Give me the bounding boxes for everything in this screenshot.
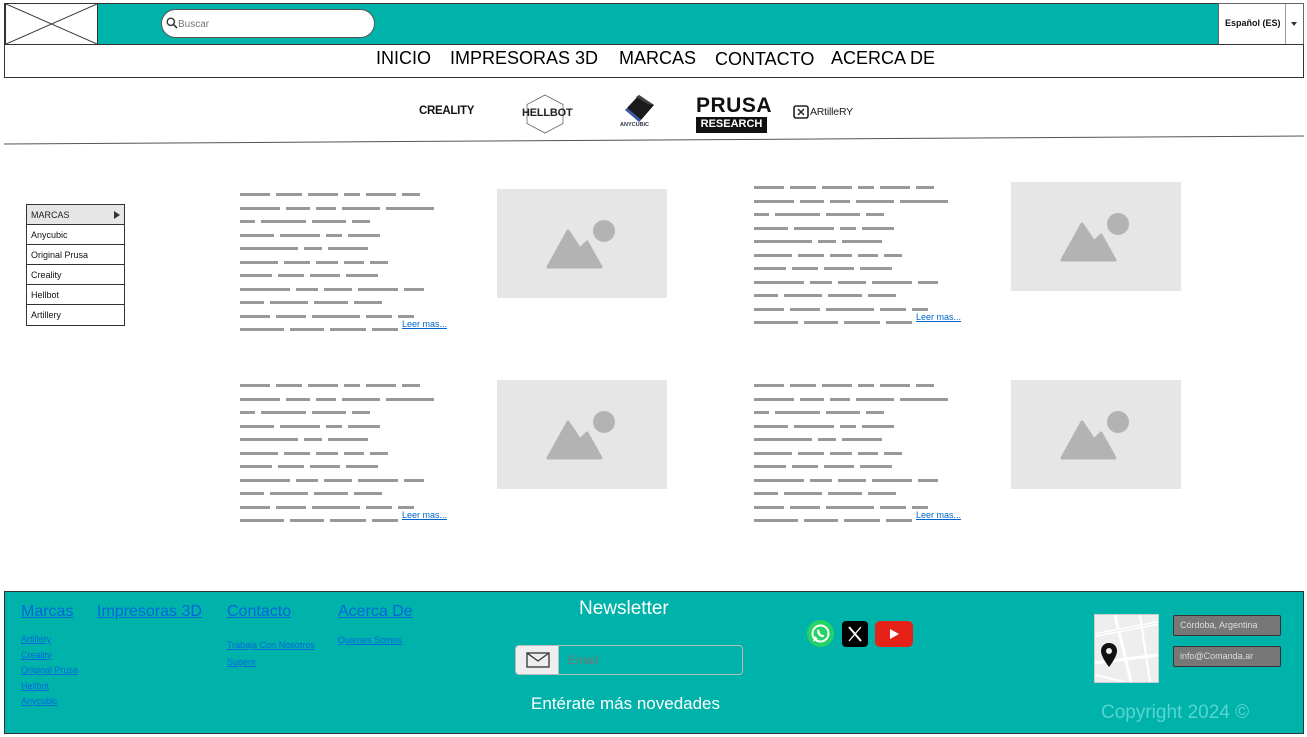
image-placeholder-icon: [546, 411, 615, 460]
nav-item-contacto[interactable]: CONTACTO: [715, 49, 814, 70]
search-box[interactable]: [161, 9, 375, 38]
image-placeholder-icon: [1060, 411, 1129, 460]
article-image-placeholder[interactable]: [497, 189, 667, 298]
logo-placeholder[interactable]: [5, 3, 98, 45]
article-image-placeholder[interactable]: [1011, 182, 1181, 291]
footer-heading-marcas[interactable]: Marcas: [21, 603, 73, 621]
language-label: Español (ES): [1225, 18, 1281, 28]
footer-heading-contacto[interactable]: Contacto: [227, 603, 291, 621]
search-input[interactable]: [178, 15, 368, 33]
brand-logo-prusa[interactable]: PRUSA RESEARCH: [696, 94, 772, 133]
search-icon: [166, 17, 178, 29]
envelope-icon: [526, 652, 550, 668]
image-placeholder-icon: [546, 220, 615, 269]
sidebar-item-creality[interactable]: Creality: [27, 265, 124, 285]
sidebar-header[interactable]: MARCAS: [27, 205, 124, 225]
nav-item-impresoras[interactable]: IMPRESORAS 3D: [450, 48, 598, 69]
nav-item-acerca[interactable]: ACERCA DE: [831, 48, 935, 69]
footer-link[interactable]: Sugerir: [227, 657, 256, 667]
email-info-box: info@Comanda.ar: [1173, 646, 1281, 667]
article-image-placeholder[interactable]: [497, 380, 667, 489]
chevron-right-icon: [114, 211, 120, 219]
brand-logo-anycubic[interactable]: ANYCUBIC: [618, 93, 660, 131]
footer-link[interactable]: Original Prusa: [21, 665, 78, 675]
brands-sidebar-menu: MARCAS Anycubic Original Prusa Creality …: [26, 204, 125, 326]
footer-link[interactable]: Trabaja Con Nosotros: [227, 640, 315, 650]
brand-logo-creality[interactable]: CREALITY: [419, 105, 474, 117]
logo-placeholder-icon: [6, 4, 97, 44]
brand-logo-artillery[interactable]: ARtilleRY: [793, 104, 863, 122]
copyright-text: Copyright 2024 ©: [1101, 702, 1250, 723]
nav-item-marcas[interactable]: MARCAS: [619, 48, 696, 69]
newsletter-email-field[interactable]: [515, 645, 743, 675]
youtube-icon[interactable]: [875, 621, 913, 647]
whatsapp-icon[interactable]: [807, 620, 834, 647]
read-more-link[interactable]: Leer mas...: [916, 312, 961, 322]
sidebar-item-original-prusa[interactable]: Original Prusa: [27, 245, 124, 265]
nav-item-inicio[interactable]: INICIO: [376, 48, 431, 69]
image-placeholder-icon: [1060, 213, 1129, 262]
footer-heading-acerca[interactable]: Acerca De: [338, 603, 413, 621]
footer-link[interactable]: Hellbot: [21, 681, 49, 691]
language-selector[interactable]: Español (ES): [1218, 3, 1304, 45]
sidebar-item-artillery[interactable]: Artillery: [27, 305, 124, 325]
footer-link[interactable]: Anycubic: [21, 696, 58, 706]
sidebar-title: MARCAS: [31, 210, 70, 220]
read-more-link[interactable]: Leer mas...: [916, 510, 961, 520]
footer-link[interactable]: Quienes Somos: [338, 635, 402, 645]
sidebar-item-hellbot[interactable]: Hellbot: [27, 285, 124, 305]
anycubic-cube-icon: [625, 95, 654, 122]
newsletter-title: Newsletter: [579, 598, 669, 619]
artillery-mark-icon: [793, 105, 809, 119]
read-more-link[interactable]: Leer mas...: [402, 319, 447, 329]
location-map[interactable]: [1094, 614, 1159, 683]
brands-divider: [4, 135, 1304, 145]
sidebar-item-anycubic[interactable]: Anycubic: [27, 225, 124, 245]
footer-link[interactable]: Artillery: [21, 634, 51, 644]
chevron-down-icon: [1291, 22, 1297, 26]
email-input[interactable]: [568, 652, 738, 668]
x-twitter-icon[interactable]: [842, 621, 868, 647]
location-info-box: Córdoba, Argentina: [1173, 615, 1281, 636]
article-image-placeholder[interactable]: [1011, 380, 1181, 489]
footer-link[interactable]: Creality: [21, 650, 52, 660]
newsletter-subtitle: Entérate más novedades: [531, 694, 721, 713]
read-more-link[interactable]: Leer mas...: [402, 510, 447, 520]
footer-heading-impresoras[interactable]: Impresoras 3D: [97, 603, 202, 621]
brand-logo-hellbot[interactable]: HELLBOT: [522, 94, 573, 134]
map-pin-icon: [1101, 643, 1117, 667]
